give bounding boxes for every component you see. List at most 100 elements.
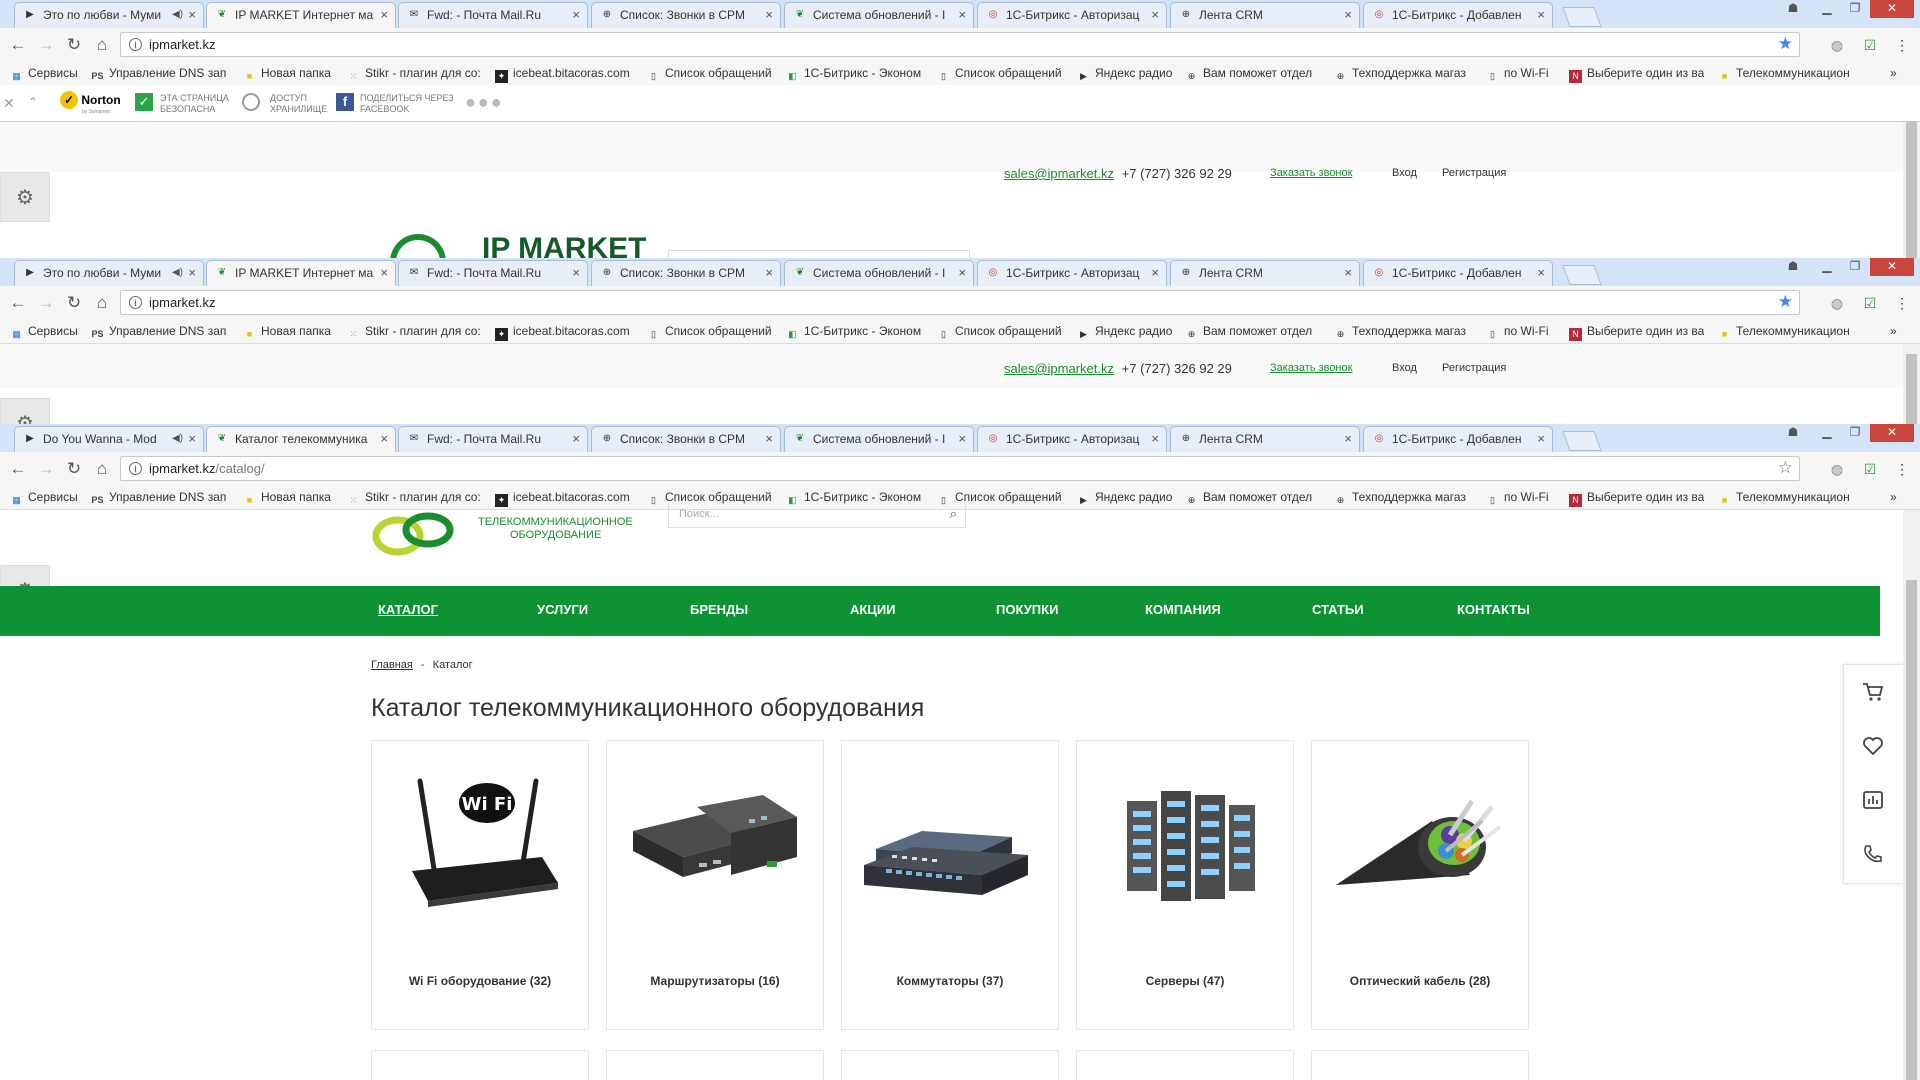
bookmark-item[interactable]: ⊕ Техподдержка магаз bbox=[1334, 490, 1474, 507]
category-card[interactable] bbox=[606, 1050, 824, 1080]
forward-icon[interactable]: → bbox=[36, 35, 56, 55]
maximize-button[interactable]: ❐ bbox=[1842, 0, 1868, 18]
close-icon[interactable]: × bbox=[958, 3, 966, 27]
scrollbar-thumb[interactable] bbox=[1906, 354, 1917, 424]
close-icon[interactable]: × bbox=[765, 427, 773, 451]
callback-link[interactable]: Заказать звонок bbox=[1270, 362, 1352, 374]
menu-icon[interactable]: ⋮ bbox=[1892, 35, 1912, 55]
maximize-button[interactable]: ❐ bbox=[1842, 258, 1868, 276]
heart-icon[interactable] bbox=[1844, 719, 1902, 773]
category-card-routers[interactable]: Маршрутизаторы (16) bbox=[606, 740, 824, 1030]
more-icon[interactable]: ●●● bbox=[465, 92, 504, 113]
bookmark-item[interactable]: ◧ 1С-Битрикс - Эконом bbox=[786, 66, 926, 83]
more-bookmarks-icon[interactable]: » bbox=[1890, 324, 1897, 338]
bookmark-item[interactable]: PS Управление DNS зап bbox=[91, 66, 231, 83]
home-icon[interactable]: ⌂ bbox=[92, 293, 112, 313]
nav-promotions[interactable]: АКЦИИ bbox=[850, 602, 896, 617]
user-icon[interactable]: ☗ bbox=[1780, 424, 1806, 442]
search-icon[interactable]: ⌕ bbox=[950, 506, 957, 522]
phone-icon[interactable] bbox=[1844, 827, 1902, 881]
bookmark-item[interactable]: ⊕ Техподдержка магаз bbox=[1334, 66, 1474, 83]
bookmark-star-icon[interactable]: ☆ bbox=[1778, 458, 1793, 478]
tab-bitrix-auth[interactable]: ◎ 1С-Битрикс - Авторизац × bbox=[977, 260, 1167, 286]
category-name[interactable]: Коммутаторы (37) bbox=[842, 974, 1058, 988]
bookmark-item[interactable]: ▶ Яндекс радио bbox=[1077, 66, 1172, 83]
search-input[interactable]: Поиск... ⌕ bbox=[668, 504, 966, 528]
close-icon[interactable]: × bbox=[1151, 3, 1159, 27]
bookmark-item[interactable]: ⊕ Вам поможет отдел р bbox=[1185, 66, 1315, 83]
home-icon[interactable]: ⌂ bbox=[92, 459, 112, 479]
bookmark-item[interactable]: ✦ icebeat.bitacoras.com bbox=[495, 490, 635, 507]
bookmark-item[interactable]: ⁙ Stikr - плагин для co: bbox=[347, 66, 487, 83]
close-icon[interactable]: × bbox=[188, 261, 196, 285]
bookmark-item[interactable]: ■ Телекоммуникацион bbox=[1718, 66, 1858, 83]
bookmark-item[interactable]: N Выберите один из ва bbox=[1569, 66, 1704, 83]
bookmark-item[interactable]: ▯ Список обращений bbox=[937, 66, 1062, 83]
address-bar[interactable]: i ipmarket.kz/catalog/ ☆ bbox=[120, 456, 1800, 481]
norton-safe-status[interactable]: ЭТА СТРАНИЦА БЕЗОПАСНА bbox=[160, 93, 229, 115]
nav-services[interactable]: УСЛУГИ bbox=[537, 602, 588, 617]
bookmark-item[interactable]: ◧ 1С-Битрикс - Эконом bbox=[786, 324, 926, 341]
norton-check-icon[interactable]: ☑ bbox=[1860, 293, 1880, 313]
logo-text[interactable]: IP MARKET bbox=[482, 232, 646, 258]
bookmark-item[interactable]: N Выберите один из ва bbox=[1569, 324, 1704, 341]
bookmark-item[interactable]: PS Управление DNS зап bbox=[91, 324, 231, 341]
back-icon[interactable]: ← bbox=[8, 293, 28, 313]
bookmark-item[interactable]: ■ Новая папка bbox=[243, 66, 331, 83]
forward-icon[interactable]: → bbox=[36, 459, 56, 479]
user-icon[interactable]: ☗ bbox=[1780, 0, 1806, 18]
category-card[interactable] bbox=[1311, 1050, 1529, 1080]
register-link[interactable]: Регистрация bbox=[1442, 362, 1506, 374]
gear-icon[interactable]: ⚙ bbox=[0, 398, 50, 424]
tab-bitrix-add[interactable]: ◎ 1С-Битрикс - Добавлен × bbox=[1363, 260, 1553, 286]
menu-icon[interactable]: ⋮ bbox=[1892, 459, 1912, 479]
minimize-button[interactable]: ▁ bbox=[1814, 0, 1840, 18]
bookmark-item[interactable]: ▯ Список обращений bbox=[937, 324, 1062, 341]
tab-music[interactable]: ▶ Do You Wanna - Mod ◀) × bbox=[14, 426, 204, 452]
tab-catalog[interactable]: ❦ Каталог телекоммуника × bbox=[206, 426, 396, 452]
tab-bitrix-auth[interactable]: ◎ 1С-Битрикс - Авторизац × bbox=[977, 2, 1167, 28]
tab-ipmarket[interactable]: ❦ IP MARKET Интернет ма × bbox=[206, 260, 396, 286]
category-card-switches[interactable]: Коммутаторы (37) bbox=[841, 740, 1059, 1030]
close-window-button[interactable]: ✕ bbox=[1870, 258, 1914, 276]
callback-link[interactable]: Заказать звонок bbox=[1270, 167, 1352, 179]
category-name[interactable]: Оптический кабель (28) bbox=[1312, 974, 1528, 988]
gear-icon[interactable]: ⚙ bbox=[0, 172, 50, 222]
bookmark-item[interactable]: ▯ по Wi-Fi bbox=[1486, 490, 1548, 507]
scrollbar[interactable] bbox=[1903, 122, 1920, 258]
new-tab-button[interactable] bbox=[1562, 265, 1602, 285]
bookmark-item[interactable]: ▯ по Wi-Fi bbox=[1486, 66, 1548, 83]
category-card-wifi[interactable]: Wi Fi Wi Fi оборудование (32) bbox=[371, 740, 589, 1030]
new-tab-button[interactable] bbox=[1562, 7, 1602, 27]
email-link[interactable]: sales@ipmarket.kz bbox=[1004, 361, 1114, 376]
menu-icon[interactable]: ⋮ bbox=[1892, 293, 1912, 313]
close-icon[interactable]: × bbox=[1344, 261, 1352, 285]
close-icon[interactable]: × bbox=[1151, 427, 1159, 451]
category-card[interactable] bbox=[841, 1050, 1059, 1080]
back-icon[interactable]: ← bbox=[8, 35, 28, 55]
tab-calls[interactable]: ⊕ Список: Звонки в CPM × bbox=[591, 426, 781, 452]
category-card-servers[interactable]: Серверы (47) bbox=[1076, 740, 1294, 1030]
user-icon[interactable]: ☗ bbox=[1780, 258, 1806, 276]
bookmark-item[interactable]: ▦ Сервисы bbox=[10, 490, 77, 507]
bookmark-item[interactable]: ▯ по Wi-Fi bbox=[1486, 324, 1548, 341]
category-name[interactable]: Серверы (47) bbox=[1077, 974, 1293, 988]
bookmark-item[interactable]: ■ Телекоммуникацион bbox=[1718, 490, 1858, 507]
bookmark-item[interactable]: ⊕ Вам поможет отдел р bbox=[1185, 490, 1315, 507]
category-card[interactable] bbox=[1076, 1050, 1294, 1080]
chevron-up-icon[interactable]: ⌃ bbox=[28, 95, 38, 109]
category-name[interactable]: Wi Fi оборудование (32) bbox=[372, 974, 588, 988]
close-icon[interactable]: × bbox=[958, 261, 966, 285]
new-tab-button[interactable] bbox=[1562, 431, 1602, 451]
close-icon[interactable]: × bbox=[572, 3, 580, 27]
tab-mail[interactable]: ✉ Fwd: - Почта Mail.Ru × bbox=[398, 426, 588, 452]
close-icon[interactable]: × bbox=[380, 3, 388, 27]
tab-updates[interactable]: ❦ Система обновлений - I × bbox=[784, 260, 974, 286]
bookmark-item[interactable]: ✦ icebeat.bitacoras.com bbox=[495, 66, 635, 83]
minimize-button[interactable]: ▁ bbox=[1814, 424, 1840, 442]
norton-share[interactable]: ПОДЕЛИТЬСЯ ЧЕРЕЗ FACEBOOK bbox=[360, 93, 454, 115]
norton-check-icon[interactable]: ☑ bbox=[1860, 459, 1880, 479]
tab-music[interactable]: ▶ Это по любви - Муми ◀) × bbox=[14, 260, 204, 286]
tab-mail[interactable]: ✉ Fwd: - Почта Mail.Ru × bbox=[398, 260, 588, 286]
close-icon[interactable]: × bbox=[1344, 427, 1352, 451]
